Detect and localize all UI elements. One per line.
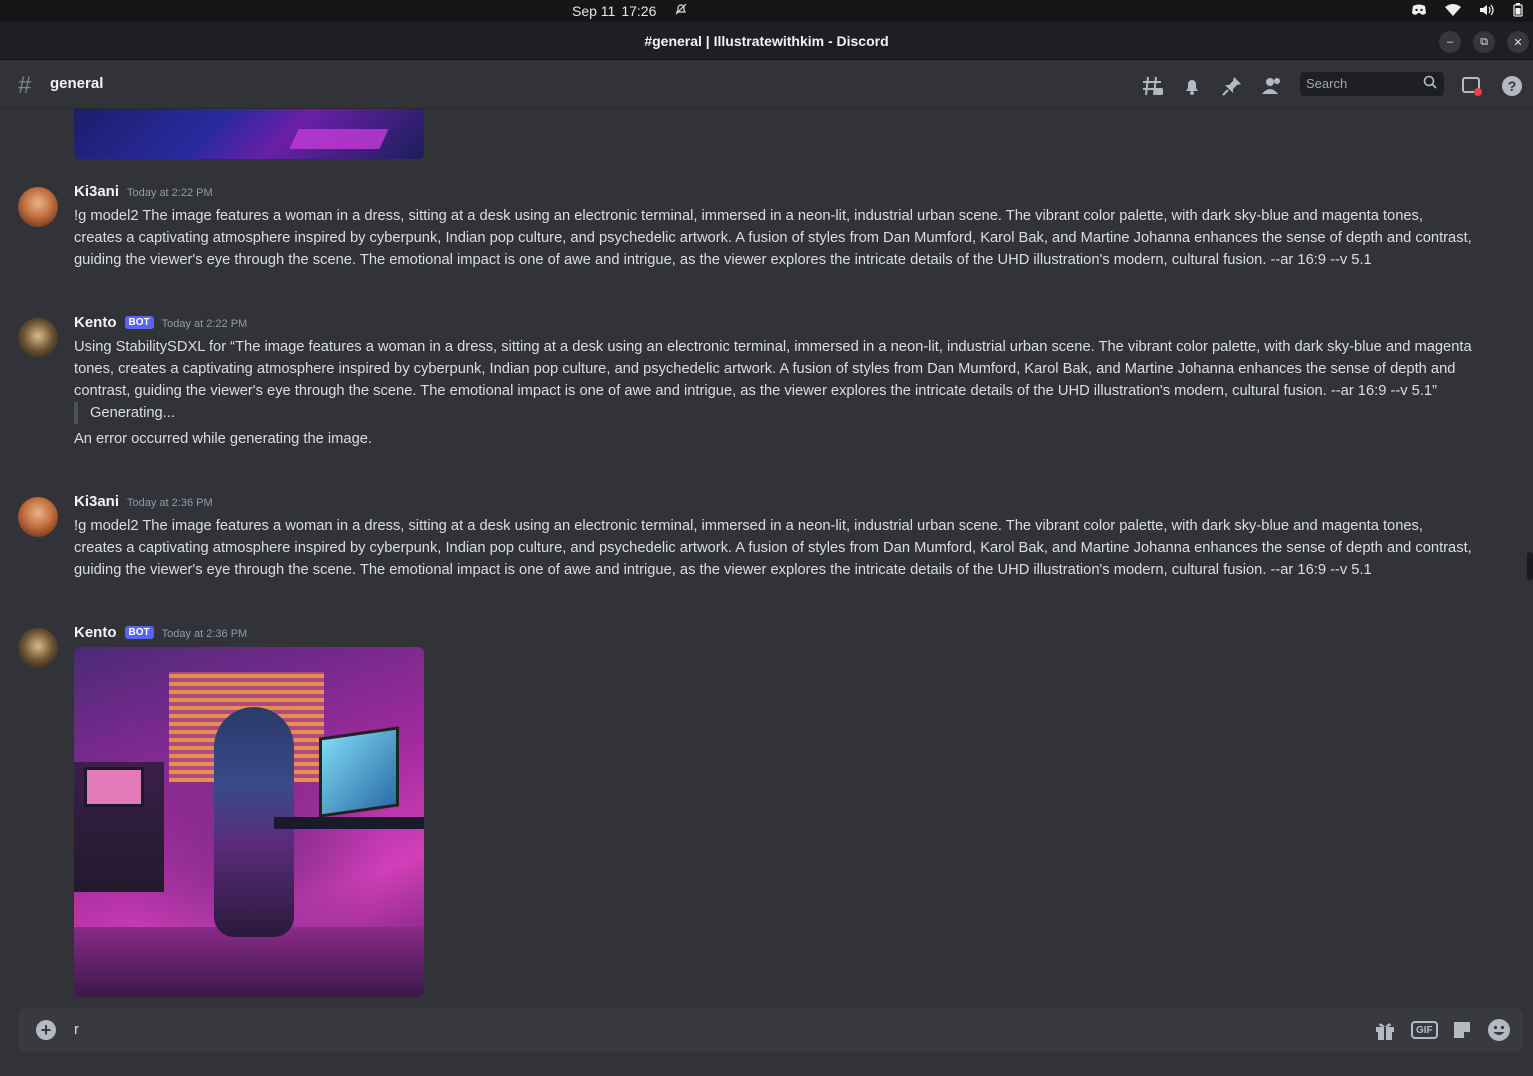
emoji-icon[interactable] bbox=[1487, 1019, 1511, 1041]
message-text: Using StabilitySDXL for “The image featu… bbox=[74, 339, 1472, 399]
close-button[interactable]: ✕ bbox=[1507, 31, 1529, 53]
username[interactable]: Kento bbox=[74, 624, 117, 641]
message-header: Kento BOT Today at 2:36 PM bbox=[74, 624, 247, 641]
system-tray[interactable] bbox=[1411, 2, 1523, 20]
message-header: Ki3ani Today at 2:36 PM bbox=[74, 493, 213, 510]
message-content: Using StabilitySDXL for “The image featu… bbox=[74, 336, 1474, 450]
search-placeholder: Search bbox=[1306, 76, 1348, 91]
message-input[interactable]: r bbox=[74, 1021, 79, 1038]
message-content: !g model2 The image features a woman in … bbox=[74, 518, 1472, 578]
window-title-bar[interactable]: #general | Illustratewithkim - Discord –… bbox=[0, 22, 1533, 60]
error-text: An error occurred while generating the i… bbox=[74, 431, 372, 447]
discord-tray-icon[interactable] bbox=[1411, 3, 1427, 19]
message-header: Kento BOT Today at 2:22 PM bbox=[74, 314, 247, 331]
os-top-bar: Sep 11 17:26 bbox=[0, 0, 1533, 22]
previous-image-attachment[interactable] bbox=[74, 109, 424, 159]
threads-icon[interactable] bbox=[1141, 74, 1165, 98]
volume-icon[interactable] bbox=[1479, 3, 1495, 19]
os-clock[interactable]: Sep 11 17:26 bbox=[572, 2, 688, 19]
search-input[interactable]: Search bbox=[1300, 72, 1444, 96]
search-icon bbox=[1423, 75, 1437, 92]
minimize-button[interactable]: – bbox=[1439, 31, 1461, 53]
os-date: Sep 11 bbox=[572, 2, 616, 19]
avatar[interactable] bbox=[18, 318, 58, 358]
svg-text:?: ? bbox=[1508, 78, 1517, 94]
restore-button[interactable]: ⧉ bbox=[1473, 31, 1495, 53]
message-composer[interactable]: + r GIF bbox=[18, 1008, 1523, 1052]
notification-bell-icon[interactable] bbox=[1180, 74, 1204, 98]
avatar[interactable] bbox=[18, 187, 58, 227]
timestamp: Today at 2:36 PM bbox=[127, 497, 213, 509]
username[interactable]: Kento bbox=[74, 314, 117, 331]
battery-icon[interactable] bbox=[1513, 2, 1523, 20]
channel-name: general bbox=[50, 75, 104, 92]
channel-hash-icon: # bbox=[18, 72, 32, 99]
gift-icon[interactable] bbox=[1374, 1019, 1396, 1041]
generated-image-attachment[interactable] bbox=[74, 647, 424, 997]
message-header: Ki3ani Today at 2:22 PM bbox=[74, 183, 213, 200]
avatar[interactable] bbox=[18, 628, 58, 668]
member-list-icon[interactable] bbox=[1260, 74, 1284, 98]
username[interactable]: Ki3ani bbox=[74, 493, 119, 510]
blockquote: Generating... bbox=[74, 402, 1474, 424]
timestamp: Today at 2:22 PM bbox=[161, 318, 248, 330]
window-title: #general | Illustratewithkim - Discord bbox=[644, 33, 889, 49]
bot-tag: BOT bbox=[124, 626, 154, 639]
inbox-icon[interactable] bbox=[1460, 74, 1484, 98]
upload-plus-button[interactable]: + bbox=[36, 1020, 56, 1040]
window-controls: – ⧉ ✕ bbox=[1439, 31, 1529, 53]
sticker-icon[interactable] bbox=[1451, 1019, 1473, 1041]
scrollbar[interactable] bbox=[1527, 552, 1533, 580]
gif-button[interactable]: GIF bbox=[1411, 1021, 1438, 1039]
avatar[interactable] bbox=[18, 497, 58, 537]
os-time: 17:26 bbox=[621, 2, 657, 19]
timestamp: Today at 2:22 PM bbox=[127, 187, 213, 199]
message-content: !g model2 The image features a woman in … bbox=[74, 208, 1472, 268]
message-list[interactable]: Ki3ani Today at 2:22 PM !g model2 The im… bbox=[0, 109, 1533, 1009]
help-icon[interactable]: ? bbox=[1500, 74, 1524, 98]
username[interactable]: Ki3ani bbox=[74, 183, 119, 200]
channel-header: # general Search ? bbox=[0, 60, 1533, 109]
pinned-messages-icon[interactable] bbox=[1220, 74, 1244, 98]
notifications-muted-icon bbox=[674, 2, 688, 19]
timestamp: Today at 2:36 PM bbox=[161, 628, 248, 640]
wifi-icon[interactable] bbox=[1445, 3, 1461, 19]
bot-tag: BOT bbox=[124, 316, 154, 329]
